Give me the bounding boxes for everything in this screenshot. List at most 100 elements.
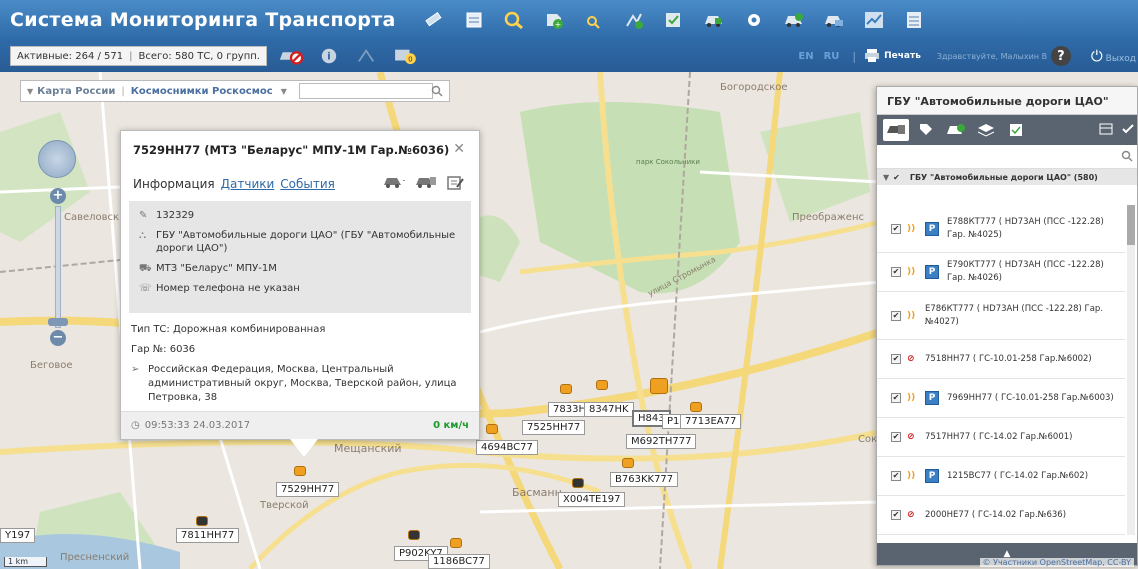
vehicle-label[interactable]: X004TE197 [558,492,626,507]
vehicle-list-item[interactable]: ✔)) P Е790КТ777 ( НD73АН (ПСС -122.28) Гар… [877,253,1125,292]
vehicle-checkbox[interactable]: ✔ [891,223,901,234]
add-point-icon[interactable]: + [541,9,567,31]
vehicle-list-item[interactable]: ✔)) P 1215ВС77 ( ГС-14.02 Гар.№602) [877,457,1125,496]
tab-events[interactable]: События [280,177,335,191]
vehicle-marker[interactable] [560,384,572,394]
vehicle-label[interactable]: M692TH777 [626,434,697,449]
vehicle-checkbox[interactable]: ✔ [891,393,901,403]
clock-icon: ◷ [131,420,140,431]
print-button[interactable]: Печать [884,51,921,61]
zoom-in-button[interactable]: + [50,188,66,204]
vehicle-marker[interactable] [650,378,668,394]
chevron-down-icon[interactable]: ▼ [281,87,287,96]
zoom-slider[interactable] [55,206,61,328]
vehicle-name: Е786КТ777 ( НD73АН (ПСС -122.28) Гар. №4… [925,303,1104,327]
vehicle-blocked-icon[interactable] [277,45,305,67]
vehicle-marker[interactable] [408,530,420,540]
checkmark-icon[interactable] [1121,123,1135,138]
vehicle-list-item[interactable]: ✔)) Е786КТ777 ( НD73АН (ПСС -122.28) Гар.… [877,292,1125,340]
vehicle-group-icon[interactable] [821,9,847,31]
vehicle-add-icon[interactable]: + [383,175,409,194]
scrollbar-thumb[interactable] [1127,205,1135,245]
chevron-down-icon[interactable]: ▼ [27,87,33,96]
chevron-down-icon[interactable]: ▼ [883,173,889,182]
tab-reports[interactable] [1003,119,1029,141]
tab-layers[interactable] [973,119,999,141]
map-search-input[interactable] [298,83,433,99]
tab-tags[interactable] [913,119,939,141]
printer-icon[interactable] [864,47,880,66]
ruler-icon[interactable] [421,9,447,31]
tab-geofences[interactable] [943,119,969,141]
vehicle-label[interactable]: 7529HH77 [276,482,340,497]
close-icon[interactable]: ✕ [453,141,465,157]
add-vehicle-icon[interactable] [781,9,807,31]
lang-en-button[interactable]: EN [798,51,813,62]
vehicle-name: 7518НН77 ( ГС-10.01-258 Гар.№6002) [925,353,1092,364]
lang-ru-button[interactable]: RU [824,51,840,62]
vehicle-list-item[interactable]: ✔)) P Е788КТ777 ( НD73АН (ПСС -122.28) Гар… [877,205,1125,253]
panel-scrollbar[interactable] [1127,205,1135,535]
vehicle-list-item[interactable]: ✔ ⊘ 7517НН77 ( ГС-14.02 Гар.№6001) [877,418,1125,457]
vehicle-label[interactable]: 4694BC77 [476,440,538,455]
vehicle-track-icon[interactable] [415,175,437,194]
vehicle-checkbox[interactable]: ✔ [891,267,901,277]
grid-view-icon[interactable] [1099,123,1113,138]
vehicle-label[interactable]: 1186BC77 [428,554,490,569]
vehicle-list-item[interactable]: ✔ ⊘ 7518НН77 ( ГС-10.01-258 Гар.№6002) [877,340,1125,379]
settings-icon[interactable] [741,9,767,31]
layer-satellite[interactable]: Космоснимки Роскосмос [131,86,273,97]
edit-icon[interactable] [447,175,465,194]
route-add-icon[interactable] [621,9,647,31]
vehicle-marker[interactable] [572,478,584,488]
info-icon[interactable]: i [315,45,343,67]
group-row[interactable]: ▼ ✔ ГБУ "Автомобильные дороги ЦАО" (580) [877,169,1137,185]
help-button[interactable]: ? [1050,46,1071,66]
vehicle-label[interactable]: 8347HK [584,402,634,417]
pan-control[interactable] [38,140,76,178]
vehicle-marker[interactable] [196,516,208,526]
vehicle-label[interactable]: Y197 [0,528,36,543]
vehicle-checkbox[interactable]: ✔ [891,354,901,364]
map-attribution[interactable]: © Участники OpenStreetMap, CC-BY [979,558,1134,567]
zoom-area-icon[interactable] [501,9,527,31]
panel-search-input[interactable] [877,145,1137,167]
vehicle-marker[interactable] [690,402,702,412]
exit-button[interactable]: ⏻ Выход [1091,47,1136,65]
group-checkbox[interactable]: ✔ [893,173,900,182]
vehicle-label[interactable]: 7713EA77 [680,414,742,429]
chart-icon[interactable] [861,9,887,31]
vehicle-marker[interactable] [622,458,634,468]
parked-count-icon[interactable]: 0 [391,45,419,67]
vehicle-checkbox[interactable]: ✔ [891,471,901,481]
id-icon: ✎ [139,210,148,221]
list-icon[interactable] [901,9,927,31]
signal-off-icon[interactable] [353,45,381,67]
vehicle-checkbox[interactable]: ✔ [891,510,901,520]
vehicle-marker[interactable] [450,538,462,548]
vehicle-checkbox[interactable]: ✔ [891,310,901,321]
vehicle-list-item[interactable]: ✔ ⊘ 2000НЕ77 ( ГС-14.02 Гар.№636) [877,496,1125,535]
vehicle-marker[interactable] [596,380,608,390]
vehicle-label[interactable]: B763KK777 [610,472,679,487]
vehicle-label[interactable]: 7811HH77 [176,528,240,543]
tab-sensors[interactable]: Датчики [221,177,275,191]
vehicle-marker[interactable] [486,424,498,434]
vehicle-list-item[interactable]: ✔)) P 7969НН77 ( ГС-10.01-258 Гар.№6003) [877,379,1125,418]
tab-info[interactable]: Информация [133,177,215,191]
search-map-icon[interactable] [581,9,607,31]
vehicle-label[interactable]: 7525HH77 [522,420,586,435]
calculator-icon[interactable] [461,9,487,31]
layer-russia-map[interactable]: Карта России [37,86,115,97]
search-icon[interactable] [431,85,443,100]
vehicle-checkbox[interactable]: ✔ [891,432,901,442]
detail-model: ⛟ МТЗ "Беларус" МПУ-1М [139,263,277,274]
map-area[interactable]: Богородское Савеловск Преображенс парк С… [0,72,1138,569]
vehicle-marker[interactable] [294,466,306,476]
report-icon[interactable] [661,9,687,31]
zoom-out-button[interactable]: − [50,330,66,346]
vehicle-check-icon[interactable] [701,9,727,31]
search-icon[interactable] [1121,150,1133,165]
zoom-slider-handle[interactable] [48,318,68,326]
tab-vehicles[interactable] [883,119,909,141]
